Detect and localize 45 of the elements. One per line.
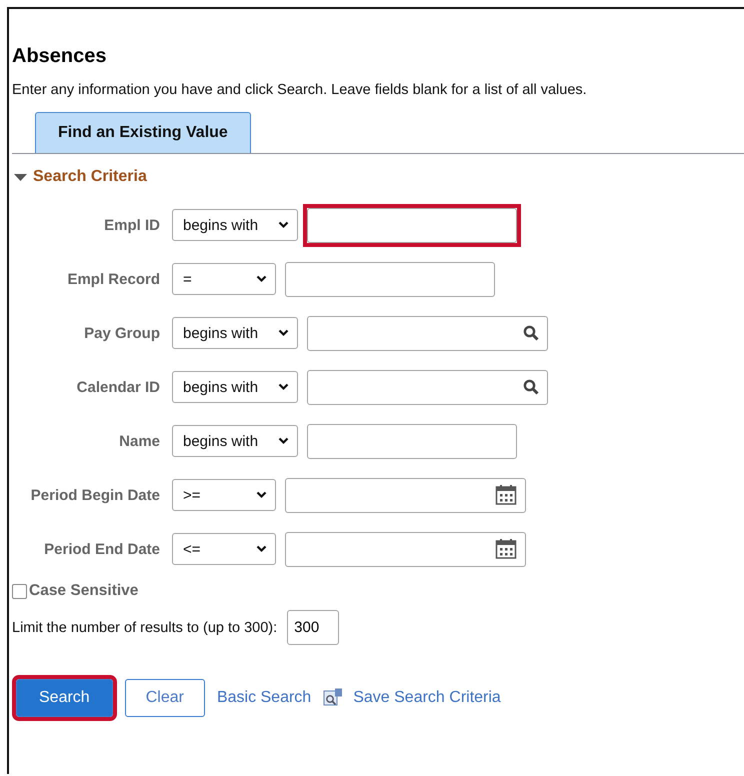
calendar-icon[interactable] <box>495 484 517 506</box>
operator-dropdown[interactable]: begins with <box>172 371 298 403</box>
input-field[interactable] <box>307 316 548 350</box>
section-heading[interactable]: Search Criteria <box>33 168 147 186</box>
dropdown-caret-icon <box>278 221 289 229</box>
dropdown-caret-icon <box>256 275 267 283</box>
input-field[interactable] <box>285 478 526 512</box>
instructions-text: Enter any information you have and click Search. Leave fields blank for a list of all values. <box>12 82 588 98</box>
field-label: Period End Date <box>43 540 160 558</box>
input-field[interactable]: 300 <box>287 610 340 645</box>
dropdown-caret-icon <box>278 437 289 445</box>
link[interactable]: Save Search Criteria <box>353 689 501 707</box>
operator-dropdown[interactable]: begins with <box>172 317 298 349</box>
operator-dropdown[interactable]: = <box>172 263 276 295</box>
checkbox-label: Case Sensitive <box>29 582 138 600</box>
field-label: Pay Group <box>83 324 160 342</box>
dropdown-caret-icon <box>278 329 289 337</box>
checkbox[interactable] <box>12 584 27 598</box>
operator-dropdown[interactable]: >= <box>172 479 276 511</box>
calendar-icon[interactable] <box>495 538 517 560</box>
link[interactable]: Basic Search <box>216 689 312 707</box>
input-field[interactable] <box>307 208 517 242</box>
collapse-triangle-icon[interactable] <box>14 172 27 182</box>
dropdown-caret-icon <box>256 545 267 553</box>
field-label: Empl ID <box>103 216 160 234</box>
field-label: Name <box>118 432 160 450</box>
operator-dropdown[interactable]: begins with <box>172 209 298 241</box>
field-label: Empl Record <box>66 270 160 288</box>
input-field[interactable] <box>285 262 495 296</box>
limit-label: Limit the number of results to (up to 300): <box>12 620 278 636</box>
field-label: Calendar ID <box>76 378 160 396</box>
operator-dropdown[interactable]: begins with <box>172 425 298 457</box>
search-icon[interactable] <box>523 379 539 395</box>
clear-button[interactable]: Clear <box>124 679 205 717</box>
dropdown-caret-icon <box>278 383 289 391</box>
dropdown-caret-icon <box>256 491 267 499</box>
field-label: Period Begin Date <box>30 486 160 504</box>
input-field[interactable] <box>285 532 526 566</box>
page-title: Absences <box>12 45 108 68</box>
input-field[interactable] <box>307 424 517 458</box>
magnifier-page-icon[interactable] <box>323 688 344 708</box>
search-icon[interactable] <box>523 325 539 341</box>
input-field[interactable] <box>307 370 548 404</box>
operator-dropdown[interactable]: <= <box>172 533 276 565</box>
tab[interactable]: Find an Existing Value <box>35 112 251 153</box>
